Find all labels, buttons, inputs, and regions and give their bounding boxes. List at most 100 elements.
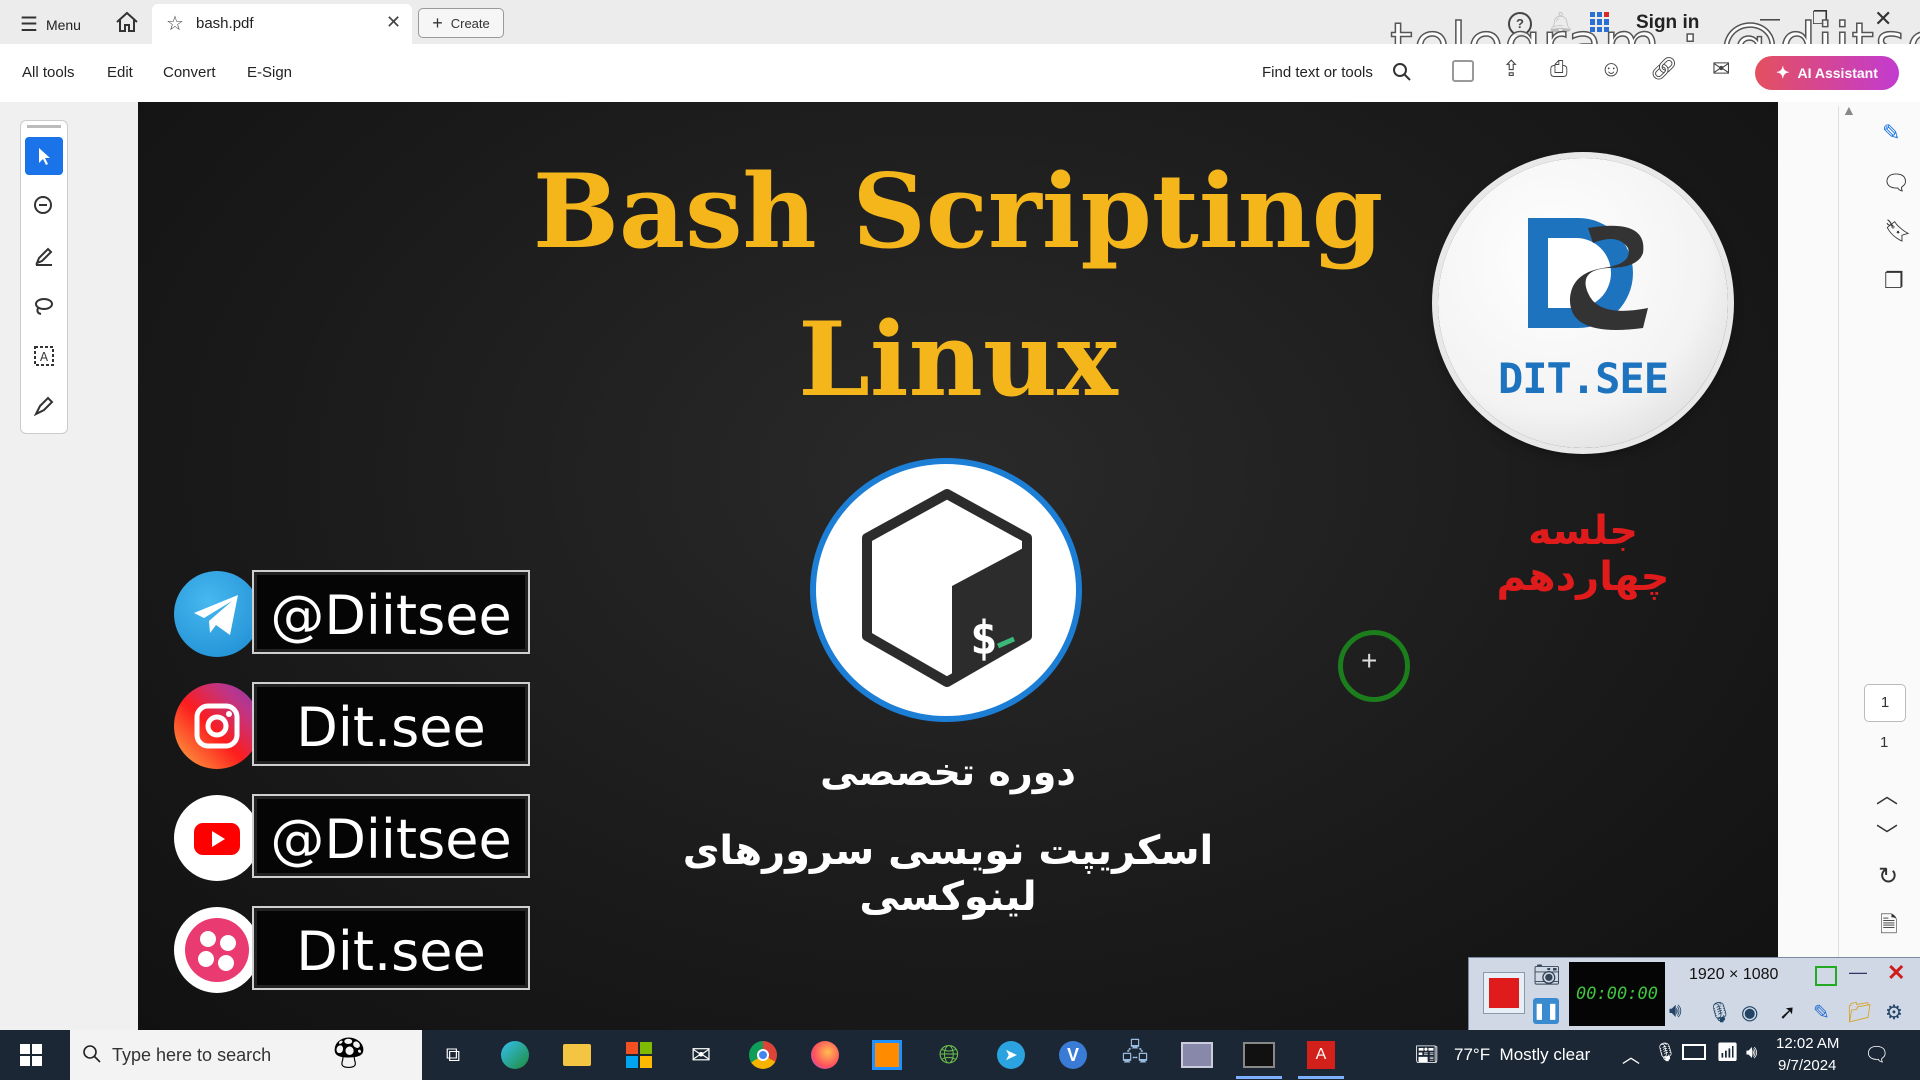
vpn-app-icon[interactable]: V [1056, 1038, 1090, 1072]
home-icon[interactable] [114, 9, 140, 35]
text-box-icon[interactable]: A [25, 337, 63, 375]
mail-icon[interactable]: ✉ [684, 1038, 718, 1072]
notifications-icon[interactable]: 🗨︎ [1864, 1042, 1889, 1067]
find-text-label[interactable]: Find text or tools [1262, 64, 1373, 81]
file-explorer-icon[interactable] [560, 1038, 594, 1072]
camera-icon[interactable]: 📷︎ [1533, 962, 1561, 988]
image-viewer-icon[interactable] [1180, 1038, 1214, 1072]
pdf-page: Bash Scripting Linux DIT.SEE جلسه چهارده… [138, 102, 1778, 1030]
pages-panel-icon[interactable]: ❐ [1884, 268, 1904, 294]
toolbar: All tools Edit Convert E-Sign Find text … [0, 44, 1920, 103]
region-icon[interactable] [1815, 966, 1837, 986]
terminal-active-indicator [1236, 1076, 1282, 1079]
comments-panel-icon[interactable]: 🗨︎ [1882, 170, 1910, 196]
scroll-up-arrow-icon[interactable]: ▲ [1842, 102, 1856, 118]
create-button[interactable]: + Create [418, 8, 504, 38]
firefox-icon[interactable] [808, 1038, 842, 1072]
microphone-icon[interactable]: 🎙︎ [1707, 1000, 1732, 1025]
ai-assistant-button[interactable]: ✦ AI Assistant [1755, 56, 1899, 90]
volume-icon[interactable]: 🔊︎ [1746, 1042, 1757, 1063]
pause-icon[interactable]: ❚❚ [1533, 998, 1559, 1024]
search-placeholder: Type here to search [112, 1045, 272, 1065]
recorder-close-icon[interactable]: ✕ [1887, 960, 1905, 986]
chrome-icon[interactable] [746, 1038, 780, 1072]
acrobat-icon[interactable]: A [1304, 1038, 1338, 1072]
clock-date[interactable]: 9/7/2024 [1778, 1057, 1836, 1074]
social-handle: @Diitsee [270, 584, 512, 647]
edge-browser-icon[interactable] [498, 1038, 532, 1072]
course-line2: اسکریپت نویسی سرورهای لینوکسی [682, 828, 1214, 920]
bash-logo: $ [810, 458, 1082, 722]
weather-text[interactable]: 77°F Mostly clear [1454, 1045, 1590, 1065]
rotate-icon[interactable]: ↻ [1878, 862, 1898, 891]
select-tool-icon[interactable] [25, 137, 63, 175]
total-pages: 1 [1880, 734, 1889, 751]
page-down-chevron-icon[interactable]: ﹀ [1876, 818, 1898, 850]
network-tool-icon[interactable]: 🖧︎ [1118, 1038, 1152, 1072]
resolution-label: 1920 × 1080 [1689, 966, 1779, 983]
menu-convert[interactable]: Convert [163, 64, 216, 81]
task-view-icon[interactable]: ⧉ [436, 1038, 470, 1072]
taskbar-search[interactable]: Type here to search 🍄︎ [70, 1030, 422, 1080]
recorder-minimize-icon[interactable]: — [1849, 962, 1867, 983]
tray-mic-icon[interactable]: 🎙︎ [1654, 1042, 1677, 1063]
webcam-icon[interactable]: ◉ [1741, 1000, 1758, 1025]
network-globe-icon[interactable]: 🌐︎ [932, 1038, 966, 1072]
print-icon[interactable]: ⎙ [1550, 56, 1568, 82]
telegram-app-icon[interactable]: ➤ [994, 1038, 1028, 1072]
menu-edit[interactable]: Edit [107, 64, 133, 81]
news-icon[interactable]: 📰︎ [1414, 1042, 1439, 1067]
sign-pen-icon[interactable] [25, 387, 63, 425]
cursor-highlight: + [1338, 630, 1410, 702]
user-share-icon[interactable]: ☺ [1600, 56, 1622, 82]
folder-icon[interactable]: 📁︎ [1847, 1000, 1872, 1025]
highlight-pen-icon[interactable] [25, 237, 63, 275]
comment-tool-icon[interactable] [25, 187, 63, 225]
menu-button[interactable]: ☰ Menu [20, 12, 81, 37]
page-up-chevron-icon[interactable]: ︿ [1876, 778, 1898, 810]
close-tab-icon[interactable]: ✕ [386, 12, 401, 33]
email-icon[interactable]: ✉ [1712, 56, 1730, 82]
aparat-icon [174, 907, 260, 993]
drag-handle[interactable] [27, 125, 61, 128]
windows-start-icon[interactable] [20, 1044, 42, 1066]
tab-bar: ☰ Menu ☆ bash.pdf ✕ + Create ? 🔔︎ Sign i… [0, 0, 1920, 79]
menu-all-tools[interactable]: All tools [22, 64, 75, 81]
search-icon[interactable] [1392, 62, 1412, 82]
clock-time[interactable]: 12:02 AM [1776, 1035, 1839, 1052]
draw-lasso-icon[interactable] [25, 287, 63, 325]
search-icon [83, 1045, 101, 1063]
terminal-icon[interactable] [1242, 1038, 1276, 1072]
current-page-box[interactable]: 1 [1864, 684, 1906, 722]
share-upload-icon[interactable]: ⇪ [1502, 56, 1520, 82]
scrollbar-track[interactable] [1838, 106, 1839, 1006]
edit-pdf-panel-icon[interactable]: ✎ [1882, 120, 1900, 146]
record-stop-button[interactable] [1483, 972, 1525, 1014]
svg-text:$: $ [970, 611, 998, 665]
document-tab[interactable]: ☆ bash.pdf ✕ [152, 4, 412, 44]
instagram-icon [174, 683, 260, 769]
store-icon[interactable] [622, 1038, 656, 1072]
remote-app-icon[interactable] [870, 1038, 904, 1072]
tool-strip: A [20, 120, 68, 434]
social-row-aparat: Dit.see [174, 902, 534, 993]
draw-icon[interactable]: ✎ [1813, 1000, 1830, 1025]
page-tools-icon[interactable]: 🗎︎ [1880, 908, 1898, 946]
cursor-icon[interactable]: ➚ [1779, 1000, 1796, 1025]
link-icon[interactable]: 🔗︎ [1650, 56, 1678, 82]
ds-monogram-icon [1528, 218, 1648, 330]
acrobat-active-indicator [1298, 1076, 1344, 1079]
tray-chevron-icon[interactable]: ︿ [1622, 1043, 1640, 1069]
social-handle: Dit.see [296, 696, 486, 759]
menu-esign[interactable]: E-Sign [247, 64, 292, 81]
battery-icon[interactable] [1682, 1044, 1706, 1060]
social-row-youtube: @Diitsee [174, 790, 534, 881]
terminal-cube-icon: $ [862, 489, 1032, 687]
star-icon[interactable]: ☆ [166, 11, 184, 36]
speaker-icon[interactable]: 🔊︎ [1669, 1000, 1682, 1023]
social-handle-box: @Diitsee [252, 794, 530, 878]
wifi-icon[interactable]: 📶︎ [1716, 1042, 1739, 1063]
bookmarks-panel-icon[interactable]: 🔖︎ [1884, 218, 1912, 244]
settings-gear-icon[interactable]: ⚙ [1885, 1000, 1903, 1025]
save-icon[interactable] [1452, 60, 1474, 82]
